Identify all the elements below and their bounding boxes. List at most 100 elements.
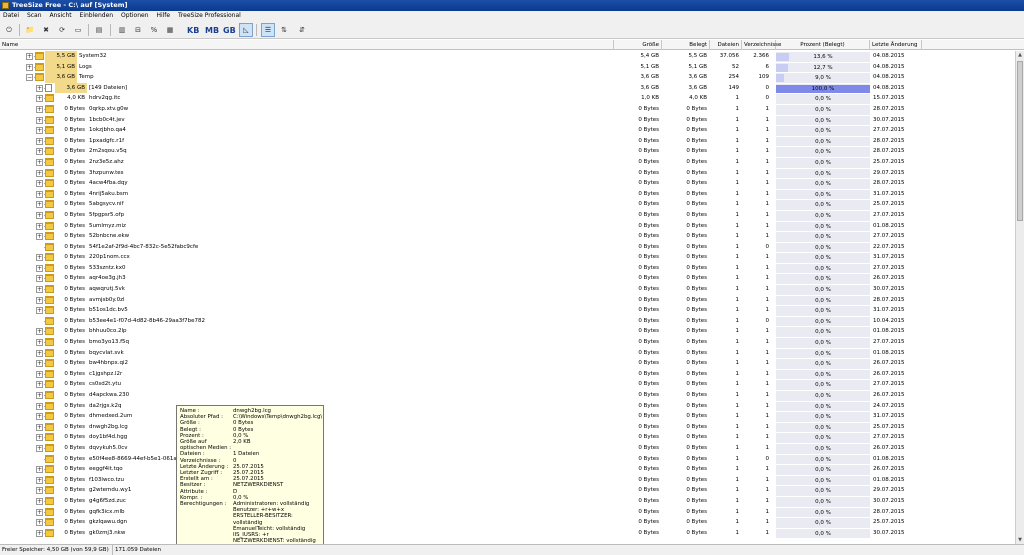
expand-icon[interactable]: + (36, 95, 43, 103)
table-row[interactable]: +0 Bytes avmjsb0y.0zl 0 Bytes 0 Bytes 1 1 0,0 … (0, 294, 1014, 306)
expand-icon[interactable]: + (36, 476, 43, 484)
table-row[interactable]: +5,5 GB System32 5,4 GB 5,5 GB 37.056 2.366 13… (0, 51, 1014, 62)
exit-icon[interactable]: ⏻ (2, 23, 16, 37)
menu-einblenden[interactable]: Einblenden (77, 11, 117, 21)
item-name[interactable]: 54f1e2af-2f9d-4bc7-832c-5e52fabc9cfe (89, 242, 198, 253)
table-row[interactable]: +0 Bytes aqwqrutj.5vk 0 Bytes 0 Bytes 1 1 0,0 … (0, 284, 1014, 295)
export-icon[interactable]: ▤ (92, 23, 106, 37)
sort-alpha-icon[interactable]: ⇅ (277, 23, 291, 37)
table-row[interactable]: +0 Bytes gkzlqawu.dgn 0 Bytes 0 Bytes 1 1 0,0 … (0, 517, 1014, 528)
expand-icon[interactable]: + (36, 360, 43, 368)
expand-icon[interactable]: + (36, 222, 43, 230)
item-name[interactable]: 52bnbcne.ekw (89, 231, 129, 242)
collapse-icon[interactable]: − (26, 74, 33, 82)
menu-optionen[interactable]: Optionen (118, 11, 152, 21)
stop-scan-icon[interactable]: ✖ (39, 23, 53, 37)
item-name[interactable]: aqwqrutj.5vk (89, 284, 125, 295)
table-row[interactable]: 0 Bytes 54f1e2af-2f9d-4bc7-832c-5e52fabc9… (0, 241, 1014, 253)
table-row[interactable]: +0 Bytes 5umlmyz.miz 0 Bytes 0 Bytes 1 1 0,0 %… (0, 220, 1014, 232)
item-name[interactable]: g2wtemdu.wy1 (89, 485, 131, 496)
table-row[interactable]: +4,0 KB hdrv2qg.itc 1,0 KB 4,0 KB 1 0 0,0 % 15.… (0, 93, 1014, 104)
expand-icon[interactable]: + (36, 392, 43, 399)
expand-icon[interactable]: + (36, 381, 43, 389)
menu-treesize-professional[interactable]: TreeSize Professional (175, 11, 244, 21)
item-name[interactable]: 2nz3e5z.ahz (89, 157, 124, 168)
refresh-icon[interactable]: ⟳ (55, 23, 69, 37)
table-row[interactable]: 0 Bytes e50f4ee8-8669-44ef-b5e1-061a8a0 0 … (0, 453, 1014, 465)
expand-icon[interactable]: + (36, 201, 43, 209)
table-row[interactable]: +0 Bytes c1jgshpz.l2r 0 Bytes 0 Bytes 1 1 0,0 … (0, 368, 1014, 380)
col-groesse[interactable]: Größe (614, 40, 662, 50)
scroll-thumb[interactable] (1017, 61, 1023, 221)
expand-icon[interactable]: + (36, 349, 43, 357)
item-name[interactable]: eeggf4it.tqo (89, 464, 123, 475)
expand-icon[interactable]: + (36, 444, 43, 452)
expand-icon[interactable]: + (36, 529, 43, 537)
columns-icon[interactable]: ☰ (261, 23, 275, 37)
table-row[interactable]: +0 Bytes bhhuu0co.2lp 0 Bytes 0 Bytes 1 1 0,0 … (0, 326, 1014, 338)
expand-icon[interactable]: + (36, 105, 43, 113)
table-row[interactable]: +0 Bytes 4acw4fba.dqy 0 Bytes 0 Bytes 1 1 0,0 … (0, 178, 1014, 189)
col-aenderung[interactable]: Letzte Änderung (870, 40, 922, 50)
table-row[interactable]: +0 Bytes g4g6f5zd.zuc 0 Bytes 0 Bytes 1 1 0,0 … (0, 495, 1014, 507)
item-name[interactable]: aqr4oe3g.jh3 (89, 273, 126, 284)
item-name[interactable]: 1pxadgfc.r1f (89, 136, 124, 147)
item-name[interactable]: d4apckwa.230 (89, 390, 129, 401)
item-name[interactable]: c1jgshpz.l2r (89, 369, 122, 380)
table-row[interactable]: +0 Bytes 533szntz.kx0 0 Bytes 0 Bytes 1 1 0,0 … (0, 262, 1014, 274)
col-dateien[interactable]: Dateien (710, 40, 742, 50)
item-name[interactable]: 5abgsycv.nif (89, 199, 124, 210)
item-name[interactable]: cs0sd2t.ytu (89, 379, 121, 390)
table-row[interactable]: +0 Bytes 1pxadgfc.r1f 0 Bytes 0 Bytes 1 1 0,0 … (0, 135, 1014, 147)
expand-icon[interactable]: + (36, 466, 43, 474)
table-row[interactable]: −3,6 GB Temp 3,6 GB 3,6 GB 254 109 9,0 % 04.08.… (0, 72, 1014, 83)
col-name[interactable]: Name (0, 40, 614, 50)
item-name[interactable]: doy1bf4d.hgg (89, 432, 127, 443)
item-name[interactable]: 5umlmyz.miz (89, 221, 126, 232)
item-name[interactable]: da2rjgs.k2q (89, 401, 121, 412)
menu-hilfe[interactable]: Hilfe (153, 11, 173, 21)
item-name[interactable]: e50f4ee8-8669-44ef-b5e1-061a8a0 (89, 454, 187, 465)
expand-icon[interactable]: + (36, 487, 43, 495)
expand-icon[interactable]: + (26, 63, 33, 71)
size-view-icon[interactable]: ⊟ (131, 23, 145, 37)
table-row[interactable]: +3,6 GB [149 Dateien] 3,6 GB 3,6 GB 149 0 100,… (0, 82, 1014, 94)
item-name[interactable]: avmjsb0y.0zl (89, 295, 125, 306)
item-name[interactable]: 533szntz.kx0 (89, 263, 125, 274)
expand-icon[interactable]: + (36, 84, 43, 92)
expand-icon[interactable]: + (36, 233, 43, 241)
item-name[interactable]: 3hzpunw.tes (89, 168, 123, 179)
menu-datei[interactable]: Datei (0, 11, 22, 21)
table-row[interactable]: +0 Bytes 2nz3e5z.ahz 0 Bytes 0 Bytes 1 1 0,0 %… (0, 156, 1014, 168)
table-row[interactable]: +0 Bytes 1bcb0c4t.jev 0 Bytes 0 Bytes 1 1 0,0 … (0, 114, 1014, 126)
item-name[interactable]: dhmedxed.2um (89, 411, 132, 422)
expand-icon[interactable]: + (36, 423, 43, 431)
table-row[interactable]: +0 Bytes eeggf4it.tqo 0 Bytes 0 Bytes 1 1 0,0 … (0, 464, 1014, 475)
item-name[interactable]: gk0zmj3.nkw (89, 528, 125, 539)
item-name[interactable]: bmo3yo13.f5q (89, 337, 129, 348)
item-name[interactable]: 0qrkp.xtv.g0w (89, 104, 128, 115)
expand-icon[interactable]: + (36, 370, 43, 378)
table-row[interactable]: 0 Bytes b53ee4e1-f07d-4d82-8b46-29aa3f7be… (0, 315, 1014, 327)
table-row[interactable]: +0 Bytes doy1bf4d.hgg 0 Bytes 0 Bytes 1 1 0,0 … (0, 432, 1014, 443)
expand-icon[interactable]: + (36, 275, 43, 283)
expand-icon[interactable]: + (36, 286, 43, 294)
item-name[interactable]: 1okzjbho.qa4 (89, 125, 126, 136)
col-verzeichnisse[interactable]: Verzeichnisse (742, 40, 781, 50)
expand-icon[interactable]: + (36, 413, 43, 421)
menu-ansicht[interactable]: Ansicht (46, 11, 74, 21)
bar-view-icon[interactable]: ▥ (115, 23, 129, 37)
expand-icon[interactable]: + (36, 328, 43, 336)
item-name[interactable]: 4acw4fba.dqy (89, 178, 128, 189)
item-name[interactable]: dqvykuh5.0cv (89, 443, 128, 454)
expand-icon[interactable]: + (36, 307, 43, 315)
expand-icon[interactable]: + (36, 148, 43, 156)
table-row[interactable]: +0 Bytes gqfk3icx.mlb 0 Bytes 0 Bytes 1 1 0,0 … (0, 506, 1014, 518)
item-name[interactable]: dnwgh2bg.lcg (89, 422, 128, 433)
expand-icon[interactable]: + (36, 434, 43, 442)
col-belegt[interactable]: Belegt (662, 40, 710, 50)
grid-view-icon[interactable]: ▦ (163, 23, 177, 37)
item-name[interactable]: f103lwco.tzu (89, 475, 124, 486)
expand-icon[interactable]: + (36, 497, 43, 505)
table-row[interactable]: +0 Bytes aqr4oe3g.jh3 0 Bytes 0 Bytes 1 1 0,0 … (0, 273, 1014, 285)
